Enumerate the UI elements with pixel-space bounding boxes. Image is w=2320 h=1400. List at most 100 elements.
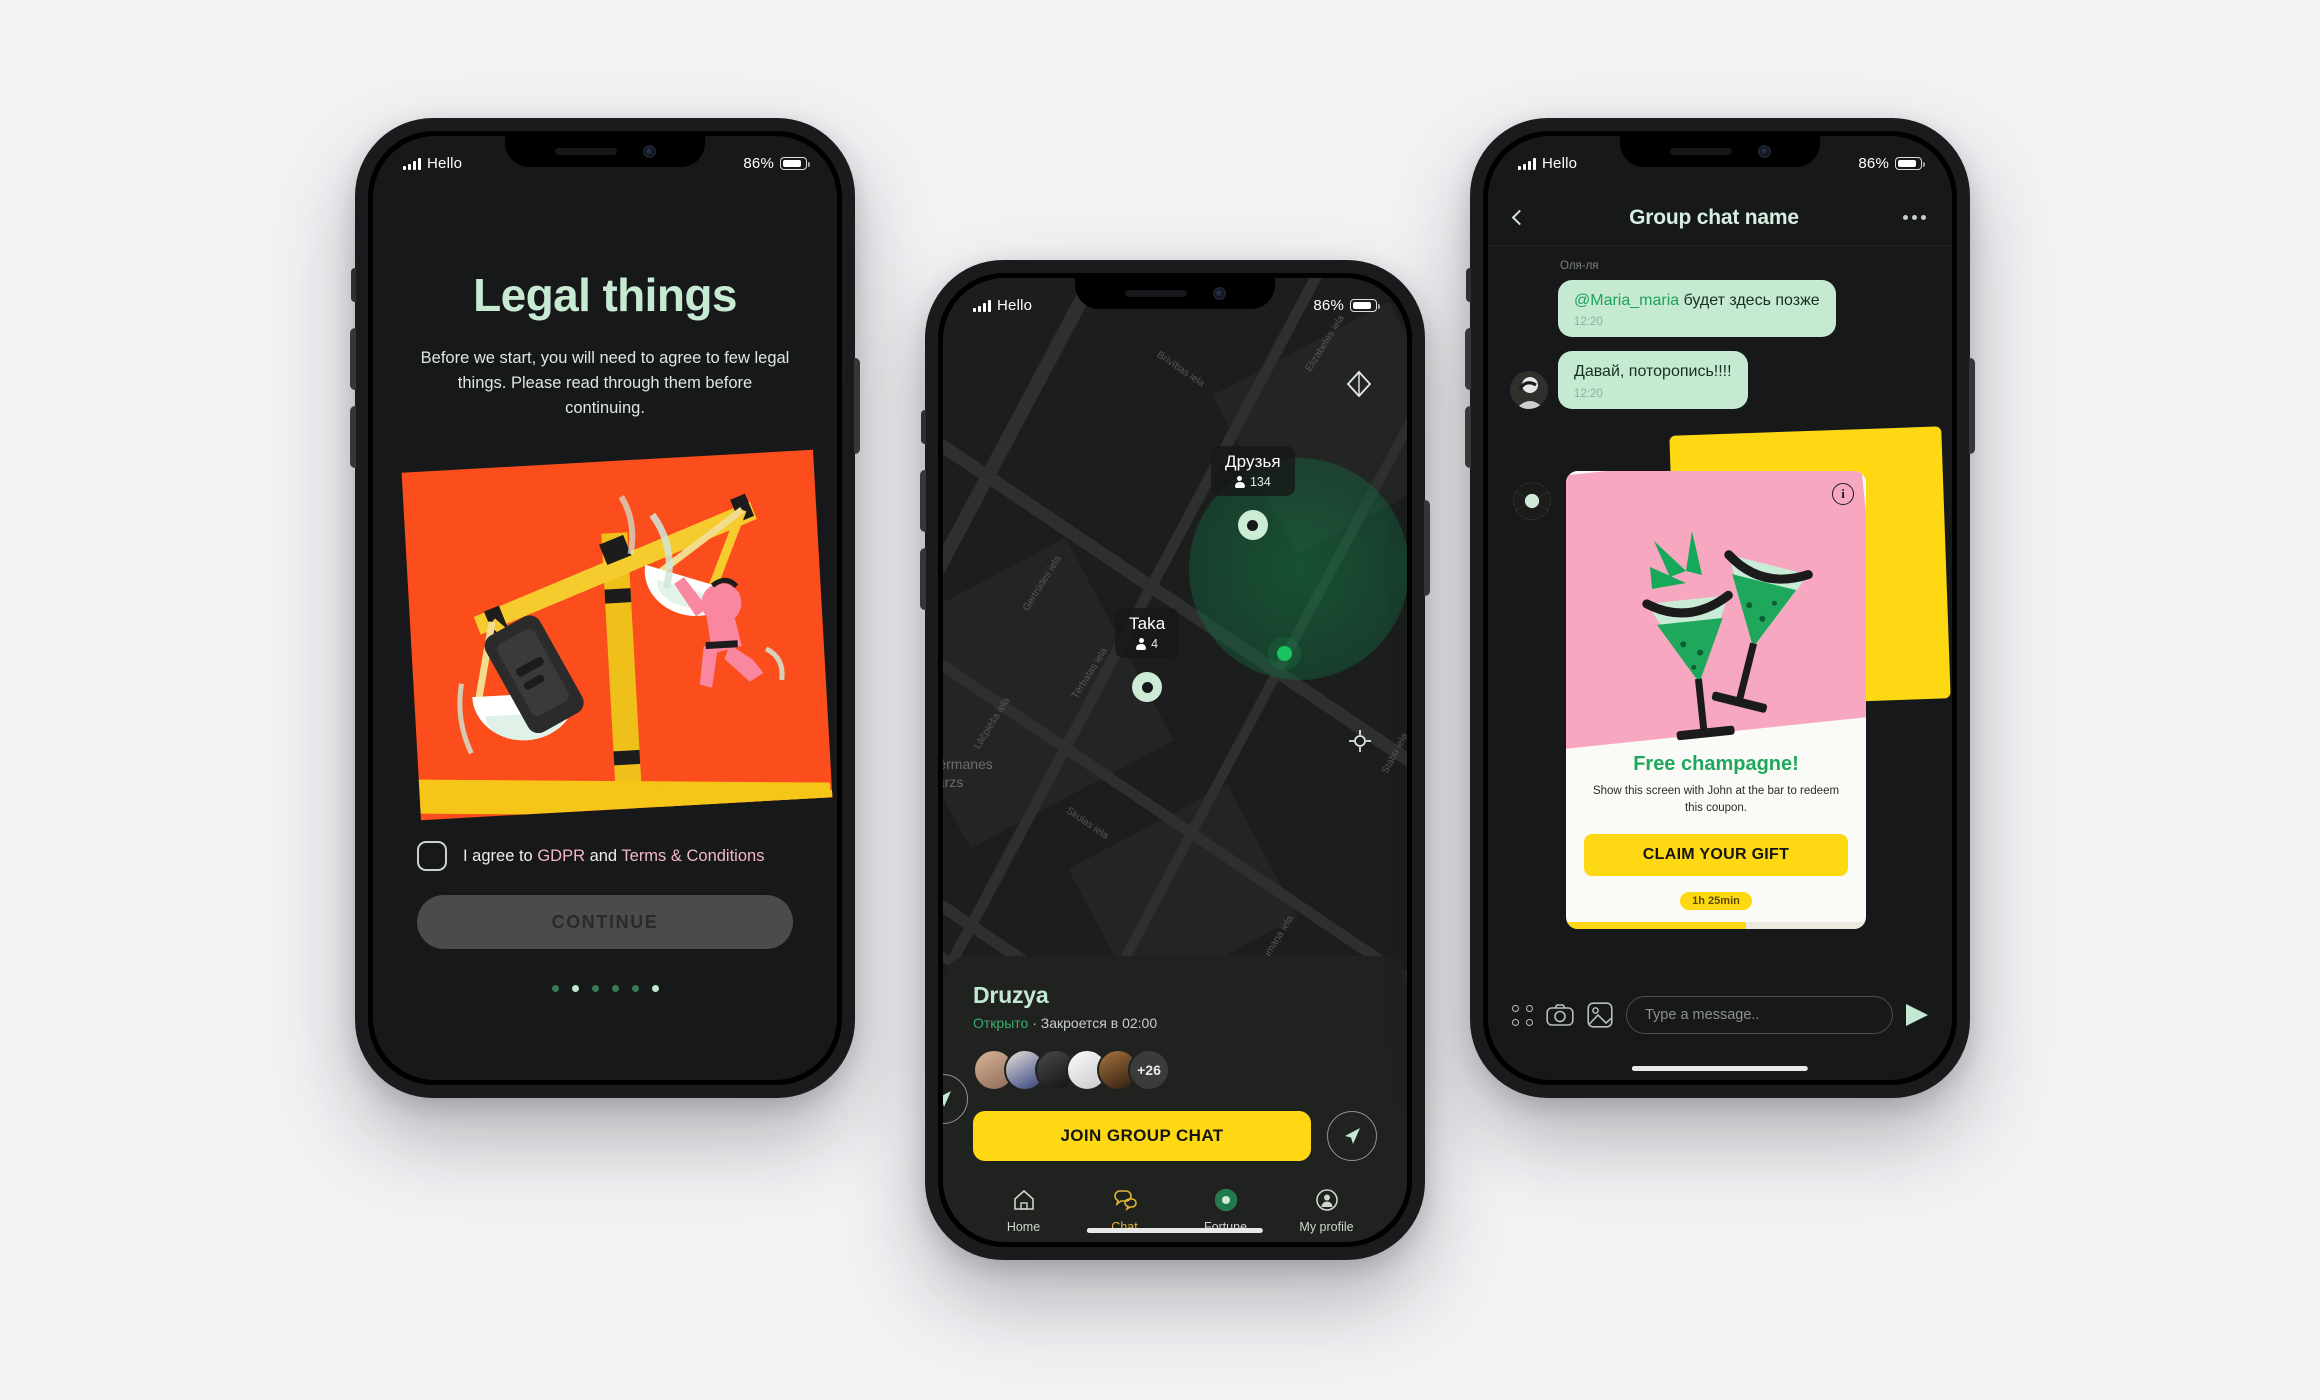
user-location-dot	[1277, 646, 1292, 661]
place-status: Открыто · Закроется в 02:00	[973, 1015, 1158, 1031]
signal-bars-icon	[1518, 157, 1536, 170]
claim-gift-button[interactable]: CLAIM YOUR GIFT	[1584, 834, 1848, 877]
join-group-chat-button[interactable]: JOIN GROUP CHAT	[973, 1111, 1311, 1161]
chat-header: Group chat name	[1488, 190, 1952, 246]
message-bubble[interactable]: @Maria_maria будет здесь позже 12:20	[1558, 280, 1836, 338]
coupon-card[interactable]: i Free champagne! Show this screen with …	[1566, 470, 1866, 930]
home-indicator	[1086, 1228, 1264, 1233]
phone2-screen: Brīvības iela Elizabetes iela Gertrūdes …	[943, 278, 1407, 1242]
agreement-prefix: I agree to	[463, 846, 538, 865]
notch	[1075, 278, 1275, 309]
image-icon[interactable]	[1587, 1002, 1613, 1028]
join-row: JOIN GROUP CHAT	[973, 1111, 1377, 1161]
agreement-middle: and	[584, 846, 622, 865]
tab-home[interactable]: Home	[973, 1187, 1074, 1234]
legal-content: Legal things Before we start, you will n…	[373, 136, 837, 1080]
agreement-row[interactable]: I agree to GDPR and Terms & Conditions	[417, 841, 793, 872]
person-icon	[1136, 638, 1147, 650]
pin-marker	[1237, 510, 1268, 540]
street-label: Skolas iela	[1064, 805, 1111, 842]
kebab-menu-icon[interactable]	[1903, 215, 1926, 220]
notch	[505, 136, 705, 167]
tab-label: Home	[1006, 1220, 1041, 1234]
notch	[1620, 136, 1820, 167]
mention-link[interactable]: @Maria_maria	[1574, 292, 1679, 309]
home-indicator	[1631, 1066, 1809, 1071]
compass-icon[interactable]	[1345, 370, 1373, 403]
terms-conditions-link[interactable]: Terms & Conditions	[621, 847, 764, 865]
shutter-icon	[1214, 1189, 1237, 1211]
phone-legal-screen: Hello 86% Legal things Before we start, …	[350, 118, 860, 1098]
gdpr-link[interactable]: GDPR	[537, 847, 585, 865]
clinking-champagne-glasses-illustration: i	[1566, 470, 1866, 751]
map-pin-taka[interactable]: Taka 4	[1115, 608, 1180, 702]
place-name: Druzya	[973, 982, 1049, 1008]
message-time: 12:20	[1574, 316, 1603, 329]
phone1-bezel: Hello 86% Legal things Before we start, …	[368, 131, 842, 1085]
map-pin-druzya[interactable]: Друзья 134	[1211, 446, 1295, 540]
pin-member-count: 134	[1234, 475, 1271, 489]
bottom-tab-bar: Home Chat Fortune My profile	[973, 1187, 1377, 1242]
place-detail-sheet: Druzya Открыто · Закроется в 02:00 +26 J…	[943, 956, 1407, 1242]
avatar-more-count[interactable]: +26	[1128, 1049, 1170, 1091]
carrier-label: Hello	[1542, 155, 1578, 172]
message-bubble[interactable]: Давай, поторопись!!!! 12:20	[1558, 351, 1748, 409]
phone-chat-screen: Hello 86% Group chat name Оля-ля @Maria_…	[1465, 118, 1975, 1098]
screenshot-canvas: Hello 86% Legal things Before we start, …	[0, 0, 2320, 1400]
phone3-screen: Hello 86% Group chat name Оля-ля @Maria_…	[1488, 136, 1952, 1080]
sender-name-label: Оля-ля	[1560, 260, 1599, 272]
signal-bars-icon	[973, 299, 991, 312]
navigate-button-adjacent[interactable]	[943, 1074, 968, 1124]
page-title: Legal things	[473, 269, 737, 321]
tab-fortune[interactable]: Fortune	[1175, 1187, 1276, 1234]
battery-percent-label: 86%	[743, 155, 774, 172]
battery-percent-label: 86%	[1858, 155, 1889, 172]
message-row: Давай, поторопись!!!! 12:20	[1488, 351, 1952, 409]
pin-name: Друзья	[1225, 452, 1281, 471]
crosshair-icon[interactable]	[1349, 730, 1371, 757]
speaker-grill	[1124, 290, 1187, 297]
continue-button[interactable]: CONTINUE	[417, 895, 793, 950]
info-icon[interactable]: i	[1832, 482, 1854, 505]
status-closing-label: Закроется в 02:00	[1040, 1015, 1158, 1031]
navigate-arrow-icon[interactable]	[1327, 1111, 1377, 1161]
message-input[interactable]: Type a message..	[1626, 996, 1893, 1034]
message-input-bar: Type a message..	[1488, 984, 1952, 1046]
carrier-label: Hello	[427, 155, 463, 172]
scales-of-justice-illustration	[401, 450, 833, 821]
apps-grid-icon[interactable]	[1512, 1004, 1533, 1026]
signal-bars-icon	[403, 157, 421, 170]
pin-name: Taka	[1129, 614, 1166, 633]
send-arrow-icon[interactable]	[1906, 1004, 1928, 1026]
message-text: @Maria_maria будет здесь позже	[1574, 292, 1820, 309]
tab-my-profile[interactable]: My profile	[1276, 1187, 1377, 1234]
agree-checkbox[interactable]	[417, 841, 447, 872]
chat-bubbles-icon	[1113, 1190, 1137, 1212]
onboarding-pagination	[411, 985, 799, 993]
front-camera-icon	[1757, 145, 1771, 158]
tab-chat[interactable]: Chat	[1074, 1187, 1175, 1234]
front-camera-icon	[642, 145, 656, 158]
coupon-progress-bar	[1566, 922, 1866, 930]
message-time: 12:20	[1574, 387, 1603, 400]
front-camera-icon	[1212, 287, 1226, 300]
message-list[interactable]: Оля-ля @Maria_maria будет здесь позже 12…	[1488, 246, 1952, 984]
member-avatars[interactable]: +26	[973, 1049, 1377, 1091]
pin-marker	[1132, 672, 1163, 702]
carrier-label: Hello	[997, 297, 1033, 314]
street-label: Brīvības iela	[1154, 349, 1207, 390]
park-label: Vērmanes dārzs	[943, 756, 993, 790]
camera-icon[interactable]	[1546, 1003, 1574, 1027]
home-icon	[1013, 1189, 1034, 1210]
battery-icon	[1895, 157, 1925, 170]
speaker-grill	[554, 148, 617, 155]
phone3-bezel: Hello 86% Group chat name Оля-ля @Maria_…	[1483, 131, 1957, 1085]
speaker-grill	[1669, 148, 1732, 155]
coupon-timer-badge: 1h 25min	[1680, 892, 1752, 911]
fortune-sender-avatar	[1510, 479, 1554, 523]
avatar	[1510, 370, 1548, 409]
status-open-label: Открыто	[973, 1015, 1029, 1031]
person-icon	[1234, 476, 1245, 488]
message-row: @Maria_maria будет здесь позже 12:20	[1488, 280, 1952, 338]
pin-member-count: 4	[1136, 637, 1158, 651]
